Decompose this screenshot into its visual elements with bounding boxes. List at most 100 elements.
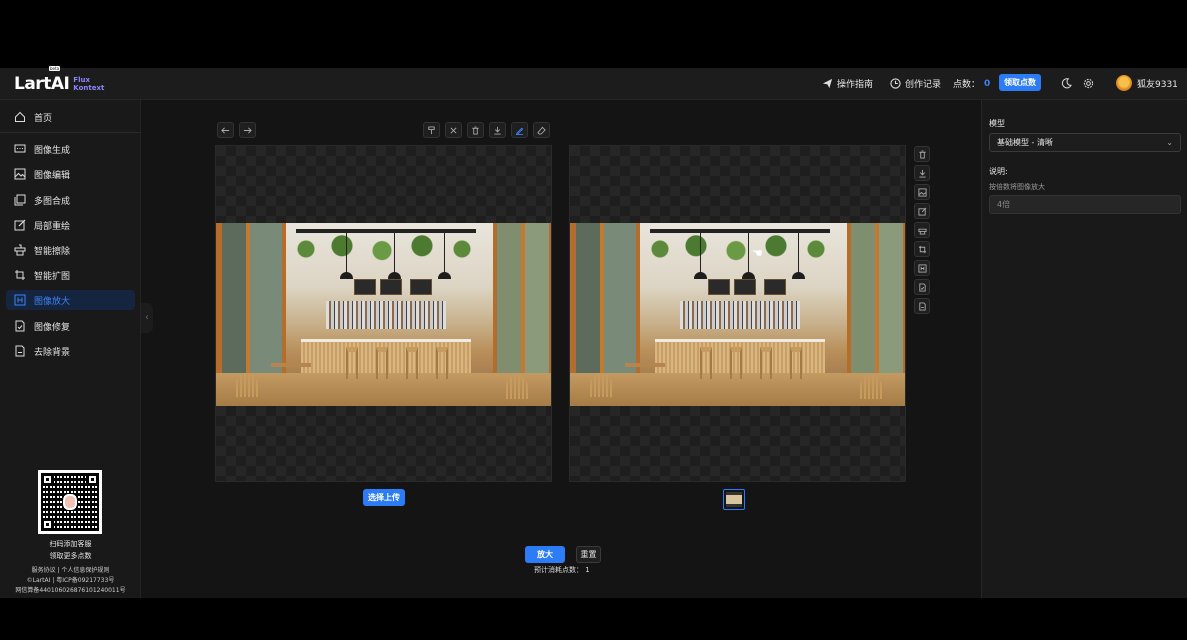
- guide-link[interactable]: 操作指南: [822, 77, 873, 90]
- app-window: LartAI beta Flux Kontext 操作指南 创作记录 点数： 0…: [0, 66, 1187, 598]
- pen-tool-button[interactable]: [511, 122, 528, 138]
- sidebar-item-repair[interactable]: 图像修复: [6, 316, 135, 336]
- logo-sub-flux: Flux: [73, 76, 90, 84]
- beta-badge: beta: [49, 66, 61, 71]
- sidebar-item-label: 图像修复: [34, 322, 71, 333]
- sidebar-item-inpaint[interactable]: 局部重绘: [6, 215, 135, 235]
- sidebar-item-label: 图像放大: [34, 296, 71, 307]
- photo-stool: [436, 347, 448, 379]
- eraser-icon: [917, 228, 927, 235]
- moon-icon[interactable]: [1061, 78, 1072, 89]
- download-icon: [494, 126, 501, 135]
- clear-button[interactable]: [445, 122, 462, 138]
- hand-cursor-icon: ☚: [752, 246, 763, 260]
- top-header: LartAI beta Flux Kontext 操作指南 创作记录 点数： 0…: [0, 66, 1187, 100]
- photo-table: [271, 363, 311, 393]
- photo-chair: [860, 375, 882, 399]
- result-delete-button[interactable]: [914, 146, 930, 162]
- upscale-icon: [14, 294, 26, 306]
- footer-record: 网信算备440106026876101240011号: [15, 587, 126, 594]
- cost-estimate: 预计消耗点数： 1: [534, 566, 590, 574]
- close-icon: [450, 126, 457, 134]
- result-edit-button[interactable]: [914, 203, 930, 219]
- result-image: [570, 223, 905, 406]
- claim-points-button[interactable]: 领取点数: [999, 74, 1041, 91]
- image-icon: [917, 187, 927, 197]
- send-icon: [822, 78, 833, 89]
- sidebar-item-edit-image[interactable]: 图像编辑: [6, 164, 135, 184]
- result-erase-button[interactable]: [914, 222, 930, 238]
- sidebar-divider: [0, 132, 141, 133]
- sidebar-item-erase[interactable]: 智能擦除: [6, 240, 135, 260]
- result-image-button[interactable]: [914, 184, 930, 200]
- photo-plants: [640, 233, 840, 265]
- points-value: 0: [984, 78, 991, 89]
- result-remove-bg-button[interactable]: [914, 298, 930, 314]
- sidebar-item-compose[interactable]: 多图合成: [6, 190, 135, 210]
- chevron-down-icon: ⌄: [1166, 138, 1173, 147]
- model-label: 模型: [989, 119, 1005, 128]
- photo-stool: [346, 347, 358, 379]
- undo-button[interactable]: [217, 122, 234, 138]
- result-repair-button[interactable]: [914, 279, 930, 295]
- result-thumbnail[interactable]: [723, 489, 745, 510]
- logo[interactable]: LartAI beta Flux Kontext: [14, 66, 104, 96]
- scale-field[interactable]: 4倍: [989, 195, 1181, 214]
- download-button[interactable]: [489, 122, 506, 138]
- history-link[interactable]: 创作记录: [890, 77, 941, 90]
- brush-button[interactable]: [423, 122, 440, 138]
- sidebar-item-remove-bg[interactable]: 去除背景: [6, 341, 135, 361]
- sidebar-item-label: 智能扩图: [34, 271, 71, 282]
- model-select[interactable]: 基础模型 - 清晰 ⌄: [989, 133, 1181, 152]
- result-tools: [914, 146, 930, 314]
- upload-button[interactable]: 选择上传: [363, 489, 405, 506]
- eraser-tool-button[interactable]: [533, 122, 550, 138]
- description-label: 说明:: [989, 167, 1008, 176]
- sidebar-item-upscale[interactable]: 图像放大: [6, 290, 135, 310]
- sidebar-item-generate[interactable]: 图像生成: [6, 139, 135, 159]
- reset-button[interactable]: 重置: [576, 546, 601, 563]
- model-select-value: 基础模型 - 清晰: [997, 138, 1053, 147]
- photo-lamp: [388, 233, 401, 279]
- enlarge-button[interactable]: 放大: [525, 546, 565, 563]
- delete-button[interactable]: [467, 122, 484, 138]
- repair-icon: [15, 320, 25, 332]
- username[interactable]: 狐友9331: [1137, 77, 1178, 90]
- remove-bg-icon: [918, 301, 926, 311]
- result-image-panel[interactable]: [569, 145, 906, 482]
- photo-menu-board: [708, 279, 730, 295]
- edit-icon: [917, 207, 926, 216]
- result-crop-button[interactable]: [914, 241, 930, 257]
- qr-code: [38, 470, 102, 534]
- photo-lamp: [340, 233, 353, 279]
- sidebar-item-home[interactable]: 首页: [6, 107, 135, 127]
- logo-sub-kontext: Kontext: [73, 84, 105, 92]
- photo-menu-board: [410, 279, 432, 295]
- photo-shelf: [680, 301, 800, 329]
- remove-bg-icon: [15, 345, 25, 357]
- footer-links[interactable]: 服务协议 | 个人信息保护规则: [0, 565, 141, 574]
- thumbnail-image: [726, 492, 742, 507]
- qr-caption: 扫码添加客服: [49, 540, 92, 548]
- photo-lamp: [792, 233, 805, 279]
- sidebar: 首页 图像生成 图像编辑 多图合成 局部重绘 智能擦除 智能扩图 图像放大 图像…: [0, 100, 141, 598]
- gear-icon[interactable]: [1083, 78, 1094, 89]
- eraser-icon: [14, 244, 26, 256]
- guide-label: 操作指南: [837, 80, 874, 90]
- redo-button[interactable]: [239, 122, 256, 138]
- repair-icon: [918, 282, 926, 292]
- sidebar-item-expand[interactable]: 智能扩图: [6, 265, 135, 285]
- result-upscale-button[interactable]: [914, 260, 930, 276]
- upscale-icon: [917, 263, 927, 273]
- photo-stool: [406, 347, 418, 379]
- sidebar-item-label: 去除背景: [34, 347, 71, 358]
- result-download-button[interactable]: [914, 165, 930, 181]
- sidebar-collapse-button[interactable]: ‹: [141, 303, 153, 333]
- qr-code-pattern: [41, 473, 99, 531]
- avatar[interactable]: [1116, 75, 1132, 91]
- logo-subtitle: Flux Kontext: [73, 76, 104, 92]
- qr-corner: [41, 473, 54, 486]
- photo-shelf: [326, 301, 446, 329]
- points-label: 点数：: [953, 80, 981, 90]
- source-image-panel[interactable]: [215, 145, 552, 482]
